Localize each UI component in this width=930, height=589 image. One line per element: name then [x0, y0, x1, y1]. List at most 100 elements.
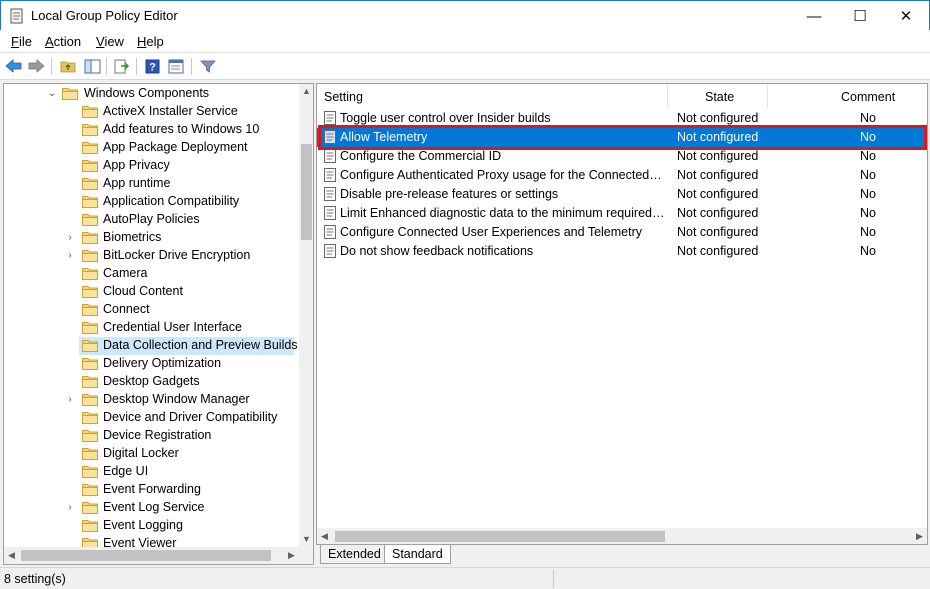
tree-item-digital-locker[interactable]: Digital Locker	[4, 445, 296, 463]
chevron-right-icon[interactable]: ›	[64, 249, 76, 263]
properties-button[interactable]	[166, 57, 186, 75]
scroll-left-icon[interactable]: ◀	[4, 547, 19, 564]
menu-file[interactable]: File	[11, 34, 32, 49]
tree-item-activex-installer-service[interactable]: ActiveX Installer Service	[4, 103, 296, 121]
tree-item-add-features-to-windows-10[interactable]: Add features to Windows 10	[4, 121, 296, 139]
table-row[interactable]: Configure Connected User Experiences and…	[317, 223, 927, 242]
tree-item-data-collection-and-preview-builds[interactable]: Data Collection and Preview Builds	[4, 337, 298, 355]
tree-item-cloud-content[interactable]: Cloud Content	[4, 283, 296, 301]
tree-item-connect[interactable]: Connect	[4, 301, 296, 319]
scroll-right-icon[interactable]: ▶	[912, 528, 927, 544]
tree-horizontal-scrollbar[interactable]: ◀ ▶	[4, 547, 299, 564]
menu-action[interactable]: Action	[45, 34, 81, 49]
list-horizontal-scrollbar[interactable]: ◀ ▶	[317, 528, 927, 544]
tree-hscroll-thumb[interactable]	[21, 550, 271, 561]
svg-text:?: ?	[149, 61, 156, 73]
column-header-state[interactable]: State	[705, 84, 734, 108]
tree-item-credential-user-interface[interactable]: Credential User Interface	[4, 319, 296, 337]
scroll-up-icon[interactable]: ▲	[299, 84, 313, 99]
table-row[interactable]: Do not show feedback notifications Not co…	[317, 242, 927, 261]
show-hide-tree-button[interactable]	[82, 57, 102, 75]
chevron-down-icon[interactable]: ⌄	[46, 87, 58, 101]
tree-item-label: Device Registration	[103, 428, 212, 442]
menu-help[interactable]: Help	[137, 34, 164, 49]
export-list-button[interactable]	[112, 57, 132, 75]
tree-item-event-log-service[interactable]: › Event Log Service	[4, 499, 296, 517]
scroll-left-icon[interactable]: ◀	[317, 528, 332, 544]
help-icon: ?	[145, 59, 159, 73]
view-tabs: Extended Standard	[316, 545, 928, 565]
tree-item-edge-ui[interactable]: Edge UI	[4, 463, 296, 481]
policy-setting-icon	[324, 187, 336, 201]
help-button[interactable]: ?	[142, 57, 162, 75]
column-header-setting[interactable]: Setting	[324, 84, 363, 108]
scroll-down-icon[interactable]: ▼	[299, 532, 313, 547]
policy-setting-icon	[324, 130, 336, 144]
setting-comment: No	[860, 130, 876, 144]
tree-item-windows-components[interactable]: ⌄ Windows Components	[4, 85, 296, 103]
tree-item-label: Event Forwarding	[103, 482, 201, 496]
tree-vertical-scrollbar[interactable]: ▲ ▼	[299, 84, 313, 547]
tree-item-desktop-window-manager[interactable]: › Desktop Window Manager	[4, 391, 296, 409]
tree-pane[interactable]: ⌄ Windows Components ActiveX Installer Ser…	[3, 83, 314, 565]
tree-item-app-runtime[interactable]: App runtime	[4, 175, 296, 193]
tree-item-device-registration[interactable]: Device Registration	[4, 427, 296, 445]
up-one-level-button[interactable]	[58, 57, 78, 75]
setting-name: Configure the Commercial ID	[340, 149, 502, 163]
folder-icon	[82, 303, 98, 316]
tree-item-app-package-deployment[interactable]: App Package Deployment	[4, 139, 296, 157]
menu-view[interactable]: View	[96, 34, 124, 49]
folder-icon	[82, 339, 98, 352]
tree-item-application-compatibility[interactable]: Application Compatibility	[4, 193, 296, 211]
tree-item-label: Cloud Content	[103, 284, 183, 298]
setting-state: Not configured	[677, 149, 759, 163]
chevron-right-icon[interactable]: ›	[64, 393, 76, 407]
tree-item-biometrics[interactable]: › Biometrics	[4, 229, 296, 247]
setting-name: Do not show feedback notifications	[340, 244, 534, 258]
back-arrow-icon	[5, 59, 22, 73]
tab-extended[interactable]: Extended	[320, 545, 389, 564]
filter-button[interactable]	[198, 57, 218, 75]
tree-item-delivery-optimization[interactable]: Delivery Optimization	[4, 355, 296, 373]
tree-item-camera[interactable]: Camera	[4, 265, 296, 283]
tab-standard[interactable]: Standard	[384, 545, 451, 564]
close-button[interactable]: ✕	[883, 1, 929, 31]
tree-item-event-logging[interactable]: Event Logging	[4, 517, 296, 535]
minimize-button[interactable]: —	[791, 1, 837, 31]
settings-list-pane[interactable]: Setting State Comment Toggle user contro…	[316, 83, 928, 545]
setting-state: Not configured	[677, 168, 759, 182]
scroll-right-icon[interactable]: ▶	[284, 547, 299, 564]
tree-item-label: App Privacy	[103, 158, 170, 172]
table-row[interactable]: Configure the Commercial ID Not configure…	[317, 147, 927, 166]
tree-item-bitlocker-drive-encryption[interactable]: › BitLocker Drive Encryption	[4, 247, 296, 265]
column-divider[interactable]	[667, 84, 668, 108]
chevron-right-icon[interactable]: ›	[64, 501, 76, 515]
back-button[interactable]	[4, 57, 24, 75]
table-row[interactable]: Toggle user control over Insider builds N…	[317, 109, 927, 128]
toolbar-separator	[106, 58, 107, 75]
maximize-button[interactable]: ☐	[837, 1, 883, 31]
tree-item-label: Device and Driver Compatibility	[103, 410, 278, 424]
table-row[interactable]: Disable pre-release features or settings…	[317, 185, 927, 204]
column-divider[interactable]	[767, 84, 768, 108]
tree-item-event-forwarding[interactable]: Event Forwarding	[4, 481, 296, 499]
forward-button[interactable]	[26, 57, 46, 75]
folder-icon	[82, 483, 98, 496]
tree-item-desktop-gadgets[interactable]: Desktop Gadgets	[4, 373, 296, 391]
maximize-icon: ☐	[853, 8, 867, 25]
chevron-right-icon[interactable]: ›	[64, 231, 76, 245]
table-row[interactable]: Allow Telemetry Not configured No	[317, 128, 927, 147]
column-header-comment[interactable]: Comment	[841, 84, 895, 108]
tree-item-label: Add features to Windows 10	[103, 122, 260, 136]
table-row[interactable]: Limit Enhanced diagnostic data to the mi…	[317, 204, 927, 223]
scrollbar-corner	[299, 547, 313, 564]
table-row[interactable]: Configure Authenticated Proxy usage for …	[317, 166, 927, 185]
tree-item-autoplay-policies[interactable]: AutoPlay Policies	[4, 211, 296, 229]
folder-icon	[82, 357, 98, 370]
folder-icon	[82, 177, 98, 190]
list-hscroll-thumb[interactable]	[335, 531, 665, 542]
tree-scroll-thumb[interactable]	[301, 144, 312, 240]
tree-item-app-privacy[interactable]: App Privacy	[4, 157, 296, 175]
tree-item-device-and-driver-compatibility[interactable]: Device and Driver Compatibility	[4, 409, 296, 427]
folder-icon	[82, 393, 98, 406]
